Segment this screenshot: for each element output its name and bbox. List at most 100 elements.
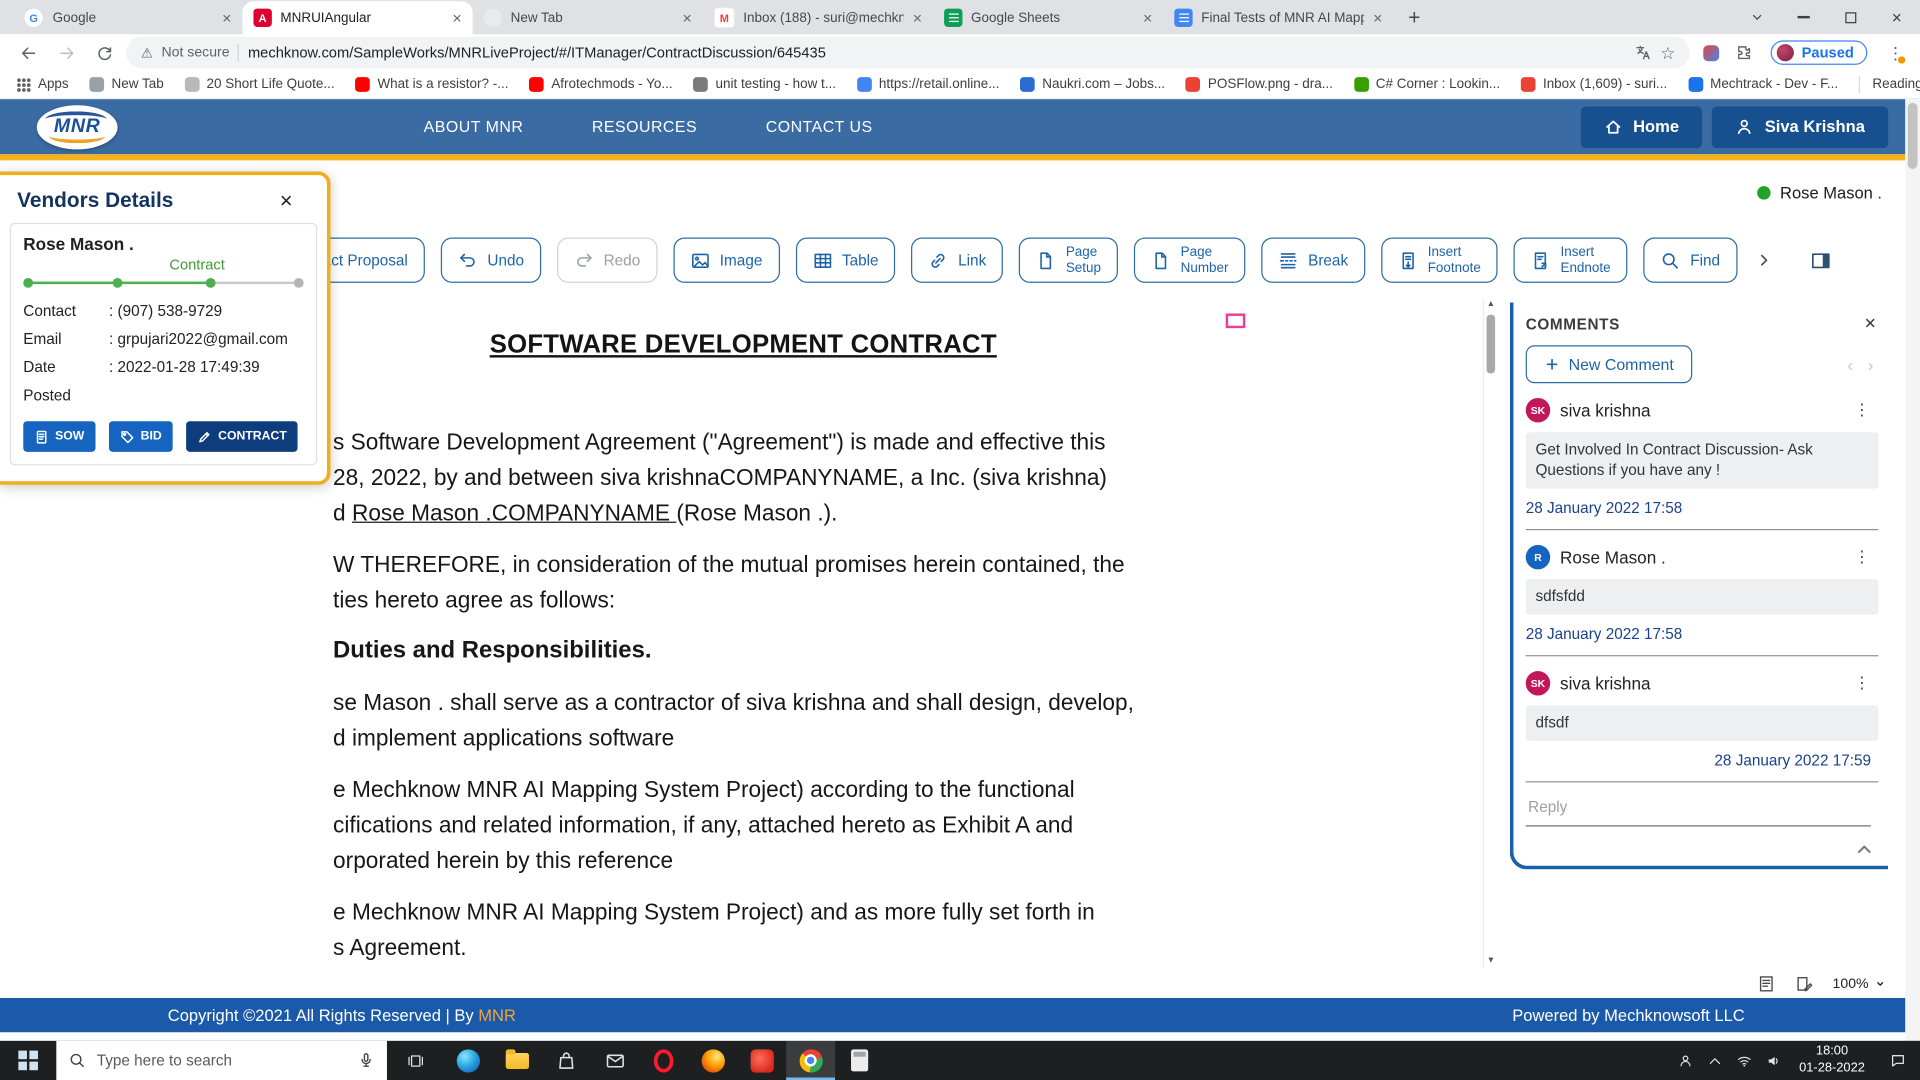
vendor-action-contract[interactable]: CONTRACT [186,421,298,452]
toolbar-button-image[interactable]: Image [673,238,779,283]
back-icon[interactable] [12,37,44,69]
scrollbar-thumb[interactable] [1487,315,1496,374]
nav-item-resources[interactable]: RESOURCES [592,118,697,136]
tab-close-icon[interactable]: × [1143,10,1152,26]
browser-tab-final-tests-of-mnr-ai-mapping-s[interactable]: Final Tests of MNR AI Mapping S× [1163,1,1393,34]
document-scrollbar[interactable]: ▲ ▼ [1483,299,1498,968]
tab-close-icon[interactable]: × [452,10,461,26]
tab-search-icon[interactable] [1734,0,1781,34]
action-center-icon[interactable] [1876,1052,1920,1069]
bookmark-item-posflow-png-dra[interactable]: POSFlow.png - dra... [1186,77,1333,92]
tray-volume-icon[interactable] [1759,1052,1788,1068]
reply-input[interactable]: Reply [1526,798,1871,826]
bookmark-item-inbox-1-609-suri[interactable]: Inbox (1,609) - suri... [1521,77,1667,92]
microphone-icon[interactable] [358,1052,375,1069]
page-scrollbar-thumb[interactable] [1908,103,1918,169]
prev-page-icon[interactable]: ‹ [1847,354,1853,374]
browser-tab-new-tab[interactable]: New Tab× [473,1,703,34]
slider-dot[interactable] [23,278,33,288]
print-layout-icon[interactable] [1757,975,1775,993]
browser-tab-mnruiangular[interactable]: AMNRUIAngular× [242,1,472,34]
extensions-puzzle-icon[interactable] [1735,44,1752,61]
toolbar-button-insert-endnote[interactable]: InsertEndnote [1514,238,1628,283]
bookmark-item-unit-testing-how-t[interactable]: unit testing - how t... [693,77,836,92]
tray-chevron-up-icon[interactable] [1700,1052,1729,1068]
vendor-action-bid[interactable]: BID [109,421,173,452]
bookmark-item-https-retail-online[interactable]: https://retail.online... [857,77,1000,92]
new-comment-button[interactable]: New Comment [1526,345,1692,383]
tab-close-icon[interactable]: × [1373,10,1382,26]
taskbar-search[interactable]: Type here to search [56,1041,387,1080]
forward-icon[interactable] [50,37,82,69]
minimize-button[interactable] [1780,0,1827,34]
scroll-up-icon[interactable]: ▲ [1487,299,1495,311]
comments-close-icon[interactable]: × [1864,315,1878,335]
comment-anchor-marker[interactable] [1226,313,1246,328]
toolbar-button-break[interactable]: Break [1262,238,1366,283]
vendor-action-sow[interactable]: SOW [23,421,95,452]
new-tab-button[interactable]: + [1398,2,1430,34]
mnr-logo[interactable]: MNR [37,105,118,149]
tray-network-icon[interactable] [1729,1052,1758,1068]
toolbar-button-link[interactable]: Link [912,238,1004,283]
taskbar-app-red-app[interactable] [737,1041,786,1080]
next-page-icon[interactable]: › [1868,354,1874,374]
edit-mode-icon[interactable] [1795,975,1813,993]
vendor-panel-close-icon[interactable]: × [280,190,293,212]
taskbar-app-mail[interactable] [590,1041,639,1080]
extension-icon[interactable] [1704,45,1720,61]
side-panel-toggle-icon[interactable] [1809,249,1831,271]
vendor-stage-slider[interactable]: Contract [23,256,303,298]
tab-close-icon[interactable]: × [913,10,922,26]
taskbar-app-file-explorer[interactable] [492,1041,541,1080]
nav-item-contact-us[interactable]: CONTACT US [766,118,873,136]
page-scrollbar[interactable] [1905,99,1920,1041]
slider-dot[interactable] [113,278,123,288]
toolbar-button-insert-footnote[interactable]: InsertFootnote [1381,238,1498,283]
bookmark-item-what-is-a-resistor[interactable]: What is a resistor? -... [355,77,508,92]
toolbar-button-undo[interactable]: Undo [441,238,541,283]
document-viewport[interactable]: SOFTWARE DEVELOPMENT CONTRACT s Software… [327,294,1485,967]
refresh-icon[interactable] [88,37,120,69]
taskbar-clock[interactable]: 18:00 01-28-2022 [1788,1044,1876,1077]
tab-close-icon[interactable]: × [683,10,692,26]
collapse-chevron-icon[interactable] [1855,840,1873,858]
bookmark-item-new-tab[interactable]: New Tab [89,77,163,92]
bookmark-item-naukri-com-jobs[interactable]: Naukri.com – Jobs... [1020,77,1165,92]
start-button[interactable] [0,1041,56,1080]
toolbar-button-page-setup[interactable]: PageSetup [1019,238,1118,283]
home-button[interactable]: Home [1580,106,1702,148]
toolbar-overflow-chevron-icon[interactable] [1756,252,1772,268]
user-button[interactable]: Siva Krishna [1712,106,1888,148]
bookmark-item-afrotechmods-yo[interactable]: Afrotechmods - Yo... [529,77,672,92]
window-close-button[interactable]: × [1873,0,1920,34]
taskbar-app-calculator[interactable] [835,1041,884,1080]
sync-paused-badge[interactable]: Paused [1771,40,1867,64]
footer-brand[interactable]: MNR [478,1006,516,1024]
taskbar-app-edge[interactable] [443,1041,492,1080]
apps-shortcut[interactable]: Apps [17,77,69,92]
bookmark-item-20-short-life-quote[interactable]: 20 Short Life Quote... [185,77,335,92]
kebab-menu-icon[interactable]: ⋮ [1854,547,1878,567]
tray-people-icon[interactable] [1671,1052,1700,1068]
task-view-icon[interactable] [387,1041,443,1080]
toolbar-button-table[interactable]: Table [795,238,895,283]
zoom-control[interactable]: 100% [1833,977,1886,992]
scroll-down-icon[interactable]: ▼ [1487,955,1495,967]
taskbar-app-opera[interactable] [639,1041,688,1080]
toolbar-button-find[interactable]: Find [1644,238,1737,283]
reading-list[interactable]: Reading list [1859,76,1920,93]
toolbar-button-page-number[interactable]: PageNumber [1134,238,1246,283]
kebab-menu-icon[interactable]: ⋮ [1854,400,1878,420]
slider-dot[interactable] [294,278,304,288]
tab-close-icon[interactable]: × [222,10,231,26]
bookmark-star-icon[interactable]: ☆ [1660,44,1675,61]
nav-item-about-mnr[interactable]: ABOUT MNR [424,118,524,136]
bookmark-item-mechtrack-dev-f[interactable]: Mechtrack - Dev - F... [1688,77,1838,92]
taskbar-app-store[interactable] [541,1041,590,1080]
taskbar-app-firefox[interactable] [688,1041,737,1080]
toolbar-button-redo[interactable]: Redo [557,238,657,283]
browser-tab-google-sheets[interactable]: Google Sheets× [933,1,1163,34]
browser-menu-icon[interactable]: ⋮ [1883,42,1907,63]
bookmark-item-c-corner-lookin[interactable]: C# Corner : Lookin... [1354,77,1500,92]
